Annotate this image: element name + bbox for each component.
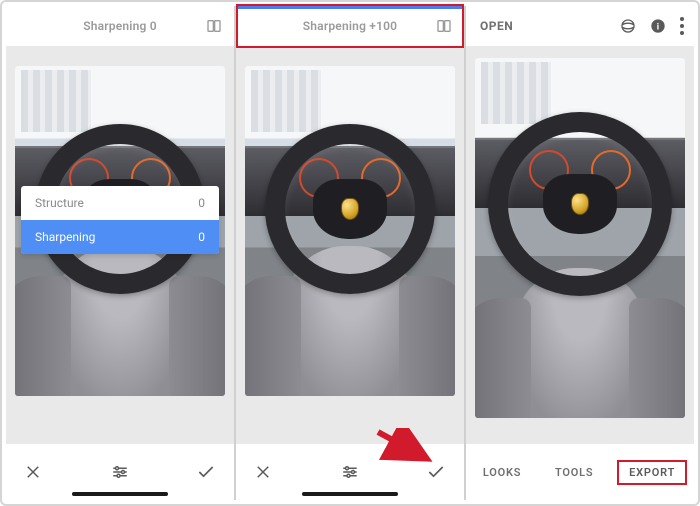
photo-preview: Structure 0 Sharpening 0: [15, 66, 225, 396]
sliders-icon[interactable]: [111, 463, 129, 481]
info-icon[interactable]: i: [650, 18, 666, 34]
panel-export: OPEN i: [466, 6, 694, 500]
adjustment-row-structure[interactable]: Structure 0: [21, 186, 219, 220]
apply-check-icon[interactable]: [196, 462, 216, 482]
header-title: Sharpening 0: [83, 19, 157, 33]
footer-bar: [6, 444, 234, 500]
adjustment-label: Sharpening: [35, 230, 95, 244]
sliders-icon[interactable]: [341, 463, 359, 481]
open-button[interactable]: OPEN: [480, 19, 513, 33]
compare-icon[interactable]: [206, 18, 222, 34]
more-menu-icon[interactable]: [680, 17, 684, 35]
tab-tools[interactable]: TOOLS: [545, 460, 603, 485]
adjustment-value: 0: [198, 196, 205, 210]
tab-export[interactable]: EXPORT: [617, 460, 687, 485]
adjustment-row-sharpening[interactable]: Sharpening 0: [21, 220, 219, 254]
svg-text:i: i: [657, 21, 660, 31]
image-preview-area[interactable]: Structure 0 Sharpening 0: [12, 66, 228, 444]
image-preview-area[interactable]: [472, 58, 688, 444]
adjustment-menu: Structure 0 Sharpening 0: [21, 186, 219, 254]
home-indicator: [302, 492, 398, 496]
image-preview-area[interactable]: [242, 66, 458, 444]
footer-bar: [236, 444, 464, 500]
header-bar: Sharpening 0: [6, 6, 234, 46]
progress-bar: [236, 6, 464, 9]
panel-sharpening-zero: Sharpening 0 Structure 0 S: [6, 6, 236, 500]
header-title: Sharpening +100: [303, 19, 398, 33]
compare-icon[interactable]: [436, 18, 452, 34]
home-indicator: [72, 492, 168, 496]
tab-looks[interactable]: LOOKS: [473, 460, 531, 485]
close-icon[interactable]: [254, 463, 272, 481]
photo-preview: [475, 58, 685, 418]
panel-sharpening-100: Sharpening +100: [236, 6, 466, 500]
adjustment-value: 0: [198, 230, 205, 244]
three-panel-row: Sharpening 0 Structure 0 S: [6, 6, 694, 500]
header-bar: Sharpening +100: [236, 6, 464, 46]
close-icon[interactable]: [24, 463, 42, 481]
photo-preview: [245, 66, 455, 396]
stacks-icon[interactable]: [620, 18, 636, 34]
adjustment-label: Structure: [35, 196, 84, 210]
bottom-tab-bar: LOOKS TOOLS EXPORT: [466, 444, 694, 500]
apply-check-icon[interactable]: [426, 462, 446, 482]
header-bar: OPEN i: [466, 6, 694, 46]
